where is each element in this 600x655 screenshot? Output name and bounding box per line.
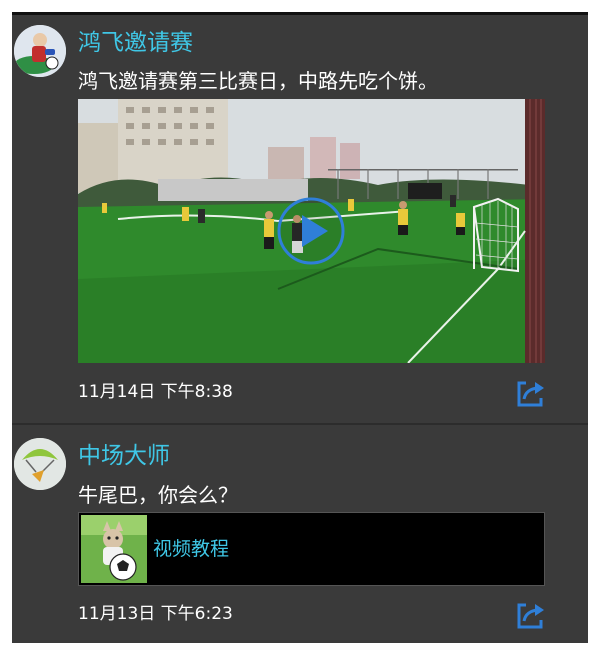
avatar[interactable] [14, 25, 66, 77]
post-author[interactable]: 鸿飞邀请赛 [78, 29, 193, 57]
link-card[interactable]: 视频教程 [78, 512, 545, 586]
video-thumbnail[interactable] [78, 99, 545, 363]
share-icon[interactable] [514, 599, 546, 631]
moments-feed: 鸿飞邀请赛 鸿飞邀请赛第三比赛日，中路先吃个饼。 11月14日 下午8:38 中… [12, 12, 588, 643]
post-timestamp: 11月13日 下午6:23 [78, 604, 233, 624]
link-title: 视频教程 [153, 538, 230, 560]
post-author[interactable]: 中场大师 [78, 442, 170, 470]
post-divider [12, 423, 588, 425]
post-text: 鸿飞邀请赛第三比赛日，中路先吃个饼。 [78, 69, 438, 93]
post-text: 牛尾巴，你会么？ [78, 483, 238, 507]
share-icon[interactable] [514, 377, 546, 409]
link-thumbnail [81, 515, 147, 583]
post-timestamp: 11月14日 下午8:38 [78, 382, 233, 402]
play-icon[interactable] [277, 197, 345, 265]
avatar[interactable] [14, 438, 66, 490]
